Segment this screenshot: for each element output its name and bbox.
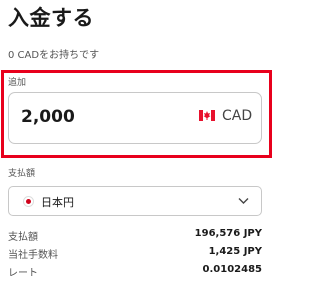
summary-value: 1,425 JPY [208,246,262,257]
payment-currency-value: 日本円 [41,196,74,209]
summary-row: 当社手数料 1,425 JPY [8,246,262,261]
amount-input[interactable]: 2,000 CAD [8,92,262,144]
summary-label: レート [8,268,38,279]
summary-value: 0.0102485 [202,264,262,275]
canada-flag-icon [199,110,215,121]
summary-row: レート 0.0102485 [8,264,262,279]
summary-label: 支払額 [8,232,38,243]
japan-flag-icon [23,196,34,207]
currency-code: CAD [222,108,253,124]
balance-text: 0 CADをお持ちです [8,50,100,61]
summary-value: 196,576 JPY [194,228,262,239]
chevron-down-icon [238,198,249,204]
page-title: 入金する [8,6,94,30]
payment-currency-select[interactable]: 日本円 [8,186,262,216]
add-label: 追加 [8,78,27,88]
summary-row: 支払額 196,576 JPY [8,228,262,243]
payment-label: 支払額 [8,169,36,179]
amount-value: 2,000 [21,107,75,127]
summary-label: 当社手数料 [8,250,58,261]
